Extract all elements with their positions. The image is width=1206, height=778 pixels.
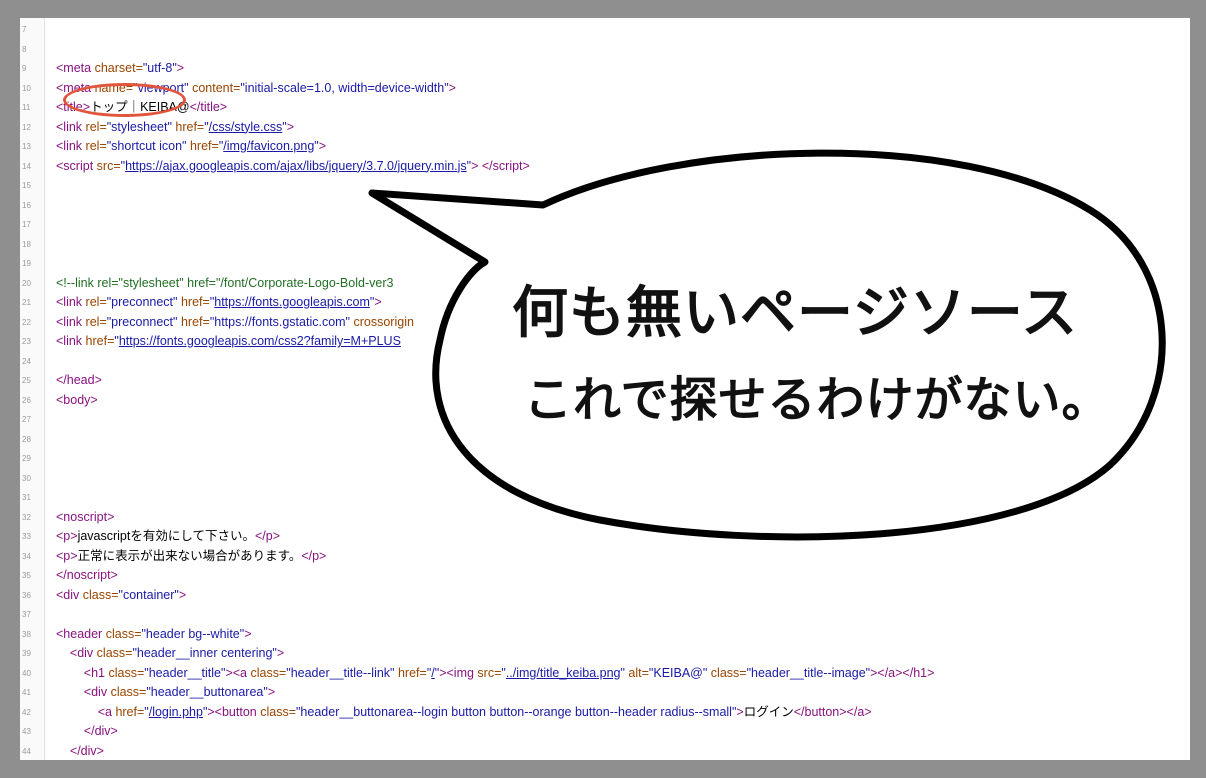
- bubble-text-line1: 何も無いページソース: [512, 281, 1079, 346]
- bubble-text-line2: これで探せるわけがない。: [524, 372, 1111, 428]
